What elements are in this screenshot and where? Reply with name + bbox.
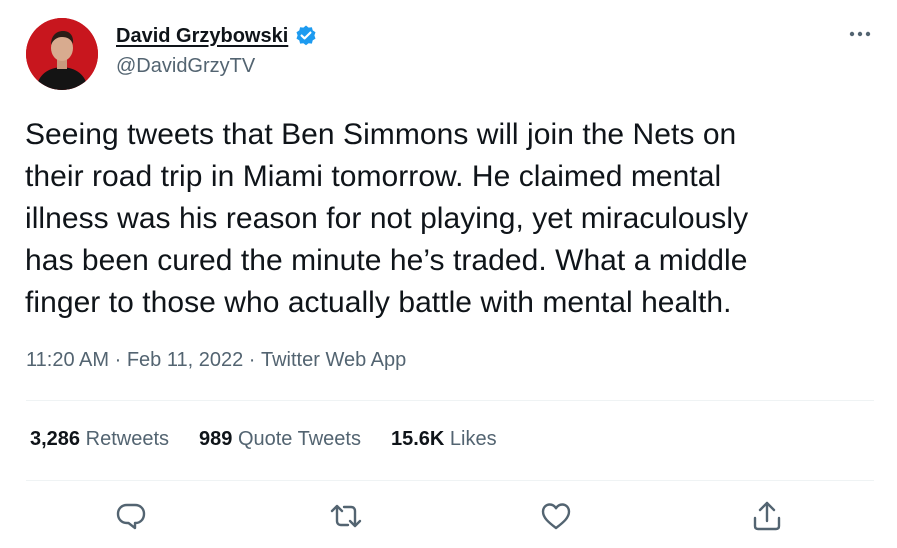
quote-tweets-count: 989 [199,428,233,450]
tweet-meta: 11:20 AM · Feb 11, 2022 · Twitter Web Ap… [26,349,406,372]
verified-badge-icon [294,24,318,48]
meta-separator: · [109,349,127,371]
share-icon [753,501,781,531]
tweet-time[interactable]: 11:20 AM [26,349,109,372]
tweet-text-line: Seeing tweets that Ben Simmons will join… [25,118,737,151]
retweets-count: 3,286 [30,428,81,450]
tweet-date[interactable]: Feb 11, 2022 [127,349,243,372]
author-handle[interactable]: @DavidGrzyTV [116,55,255,78]
reply-icon [116,503,146,530]
tweet-text-line: illness was his reason for not playing, … [25,202,749,235]
likes-label: Likes [449,428,497,450]
reply-button[interactable] [113,498,149,534]
retweets-label: Retweets [85,428,169,450]
likes-count: 15.6K [390,428,445,450]
tweet-text-line: finger to those who actually battle with… [25,286,732,319]
avatar[interactable] [26,18,98,90]
likes-stat[interactable]: 15.6K Likes [391,428,497,451]
tweet-text: Seeing tweets that Ben Simmons will join… [25,114,875,324]
avatar-photo [26,18,98,90]
like-button[interactable] [538,498,574,534]
tweet-source[interactable]: Twitter Web App [261,349,406,372]
author-name-row: David Grzybowski [116,22,318,50]
share-button[interactable] [749,498,785,534]
divider [26,400,874,401]
more-options-icon[interactable] [846,24,874,44]
author-display-name[interactable]: David Grzybowski [116,25,288,48]
retweets-stat[interactable]: 3,286 Retweets [30,428,169,451]
tweet-text-line: has been cured the minute he’s traded. W… [25,244,748,277]
tweet-card: David Grzybowski @DavidGrzyTV Seeing twe… [0,0,897,548]
quote-tweets-label: Quote Tweets [237,428,361,450]
quote-tweets-stat[interactable]: 989 Quote Tweets [199,428,361,451]
heart-icon [541,503,571,530]
tweet-stats: 3,286 Retweets 989 Quote Tweets 15.6K Li… [30,428,527,451]
retweet-icon [330,504,362,528]
retweet-button[interactable] [328,498,364,534]
divider [26,480,874,481]
meta-separator: · [243,349,261,371]
tweet-text-line: their road trip in Miami tomorrow. He cl… [25,160,722,193]
